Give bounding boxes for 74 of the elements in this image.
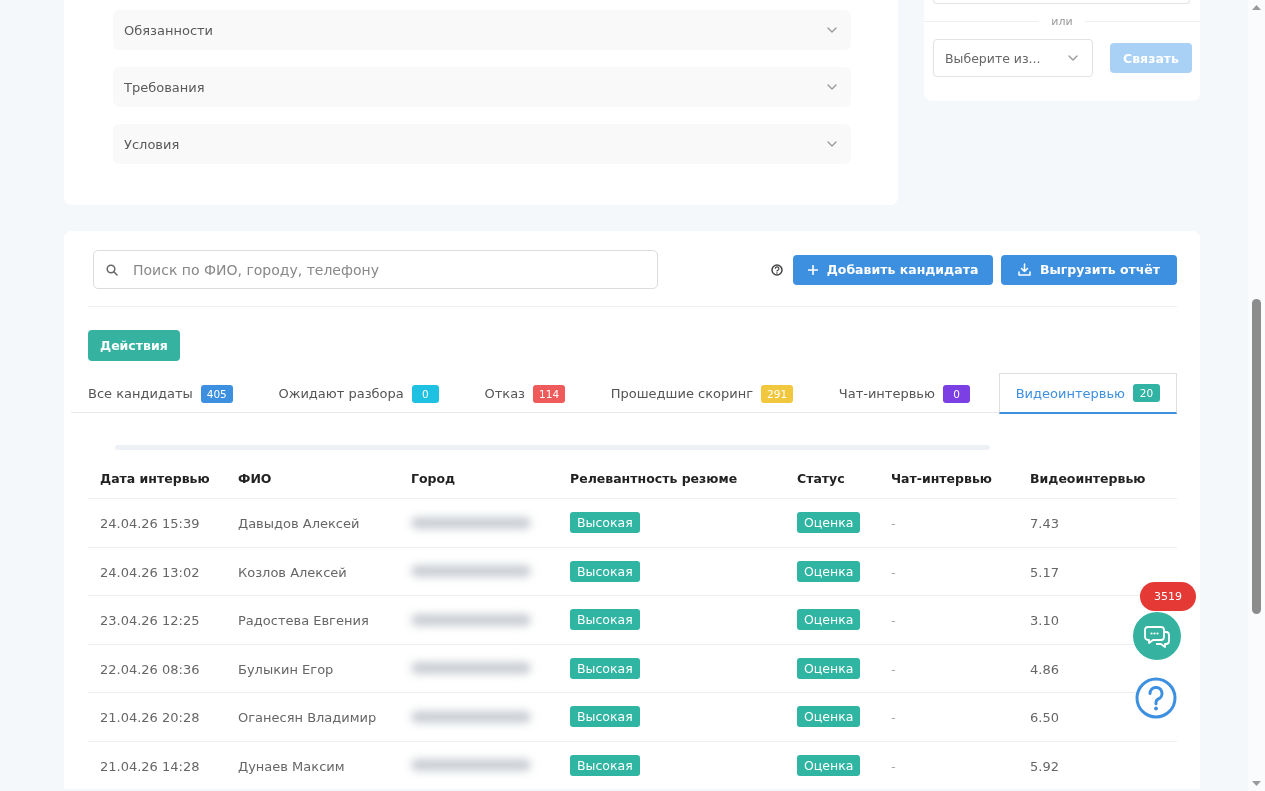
help-button[interactable] — [1135, 677, 1177, 719]
name-text: Давыдов Алексей — [238, 516, 360, 532]
count-badge: 291 — [761, 384, 794, 403]
score-text: 5.17 — [1030, 564, 1059, 580]
count-badge: 114 — [533, 384, 566, 403]
relevance-tag: Высокая — [570, 560, 640, 582]
plus-icon — [807, 264, 818, 275]
count-badge: 20 — [1133, 384, 1160, 402]
relevance-tag: Высокая — [570, 657, 640, 679]
tab[interactable]: Видеоинтервью 20 — [998, 373, 1177, 414]
chat-interview-text: - — [891, 758, 896, 774]
status-tag: Оценка — [797, 657, 861, 679]
name-text: Козлов Алексей — [238, 564, 347, 580]
accordion-header[interactable]: Обязанности — [113, 10, 851, 50]
status-tag: Оценка — [797, 560, 861, 582]
chat-interview-text: - — [891, 564, 896, 580]
score-text: 5.92 — [1030, 758, 1059, 774]
name-text: Дунаев Максим — [238, 758, 345, 774]
count-badge: 0 — [411, 384, 439, 403]
column-header: ФИО — [238, 470, 272, 486]
column-header: Видеоинтервью — [1030, 470, 1146, 486]
column-header: Дата интервью — [100, 470, 210, 486]
triangle-up-icon[interactable] — [1252, 5, 1261, 10]
chat-interview-text: - — [891, 710, 896, 726]
chevron-down-icon — [1068, 55, 1078, 61]
score-text: 7.43 — [1030, 516, 1059, 532]
status-tag: Оценка — [797, 512, 861, 534]
scrollbar-thumb[interactable] — [1252, 299, 1261, 614]
tab[interactable]: Прошедшие скоринг 291 — [593, 373, 811, 413]
search-icon — [106, 264, 118, 276]
accordion-header[interactable]: Требования — [113, 67, 851, 107]
tab[interactable]: Ожидают разбора 0 — [261, 373, 456, 413]
question-icon[interactable] — [771, 263, 783, 276]
download-icon — [1017, 263, 1031, 276]
search-field[interactable]: Поиск по ФИО, городу, телефону — [93, 250, 658, 289]
date-text: 21.04.26 14:28 — [100, 758, 200, 774]
tab[interactable]: Чат-интервью 0 — [821, 373, 987, 413]
date-text: 24.04.26 15:39 — [100, 516, 200, 532]
chat-interview-text: - — [891, 613, 896, 629]
score-text: 4.86 — [1030, 661, 1059, 677]
column-header: Чат-интервью — [891, 470, 992, 486]
name-text: Оганесян Владимир — [238, 710, 377, 726]
score-text: 3.10 — [1030, 613, 1059, 629]
accordion-header[interactable]: Условия — [113, 124, 851, 164]
chat-interview-text: - — [891, 516, 896, 532]
chat-interview-text: - — [891, 661, 896, 677]
column-header: Статус — [797, 470, 845, 486]
relevance-tag: Высокая — [570, 754, 640, 776]
date-text: 21.04.26 20:28 — [100, 710, 200, 726]
status-tag: Оценка — [797, 754, 861, 776]
divider-text: или — [1051, 15, 1073, 28]
notification-badge: 3519 — [1140, 582, 1196, 611]
column-header: Релевантность резюме — [570, 470, 738, 486]
speech-bubbles-icon — [1144, 624, 1170, 648]
date-text: 22.04.26 08:36 — [100, 661, 200, 677]
relevance-tag: Высокая — [570, 609, 640, 631]
select-dropdown[interactable]: Выберите из... — [933, 39, 1093, 77]
status-tag: Оценка — [797, 706, 861, 728]
column-header: Город — [411, 470, 456, 486]
question-circle-icon — [1135, 677, 1177, 719]
triangle-down-icon[interactable] — [1252, 781, 1261, 786]
count-badge: 0 — [942, 384, 970, 403]
relevance-tag: Высокая — [570, 706, 640, 728]
vertical-scrollbar[interactable] — [1248, 0, 1265, 791]
date-text: 24.04.26 13:02 — [100, 564, 200, 580]
name-text: Булыкин Егор — [238, 661, 334, 677]
count-badge: 405 — [200, 384, 233, 403]
tab[interactable]: Все кандидаты 405 — [71, 373, 250, 413]
date-text: 23.04.26 12:25 — [100, 613, 200, 629]
name-text: Радостева Евгения — [238, 613, 369, 629]
status-tag: Оценка — [797, 609, 861, 631]
tab[interactable]: Отказ 114 — [467, 373, 583, 413]
score-text: 6.50 — [1030, 710, 1059, 726]
relevance-tag: Высокая — [570, 512, 640, 534]
